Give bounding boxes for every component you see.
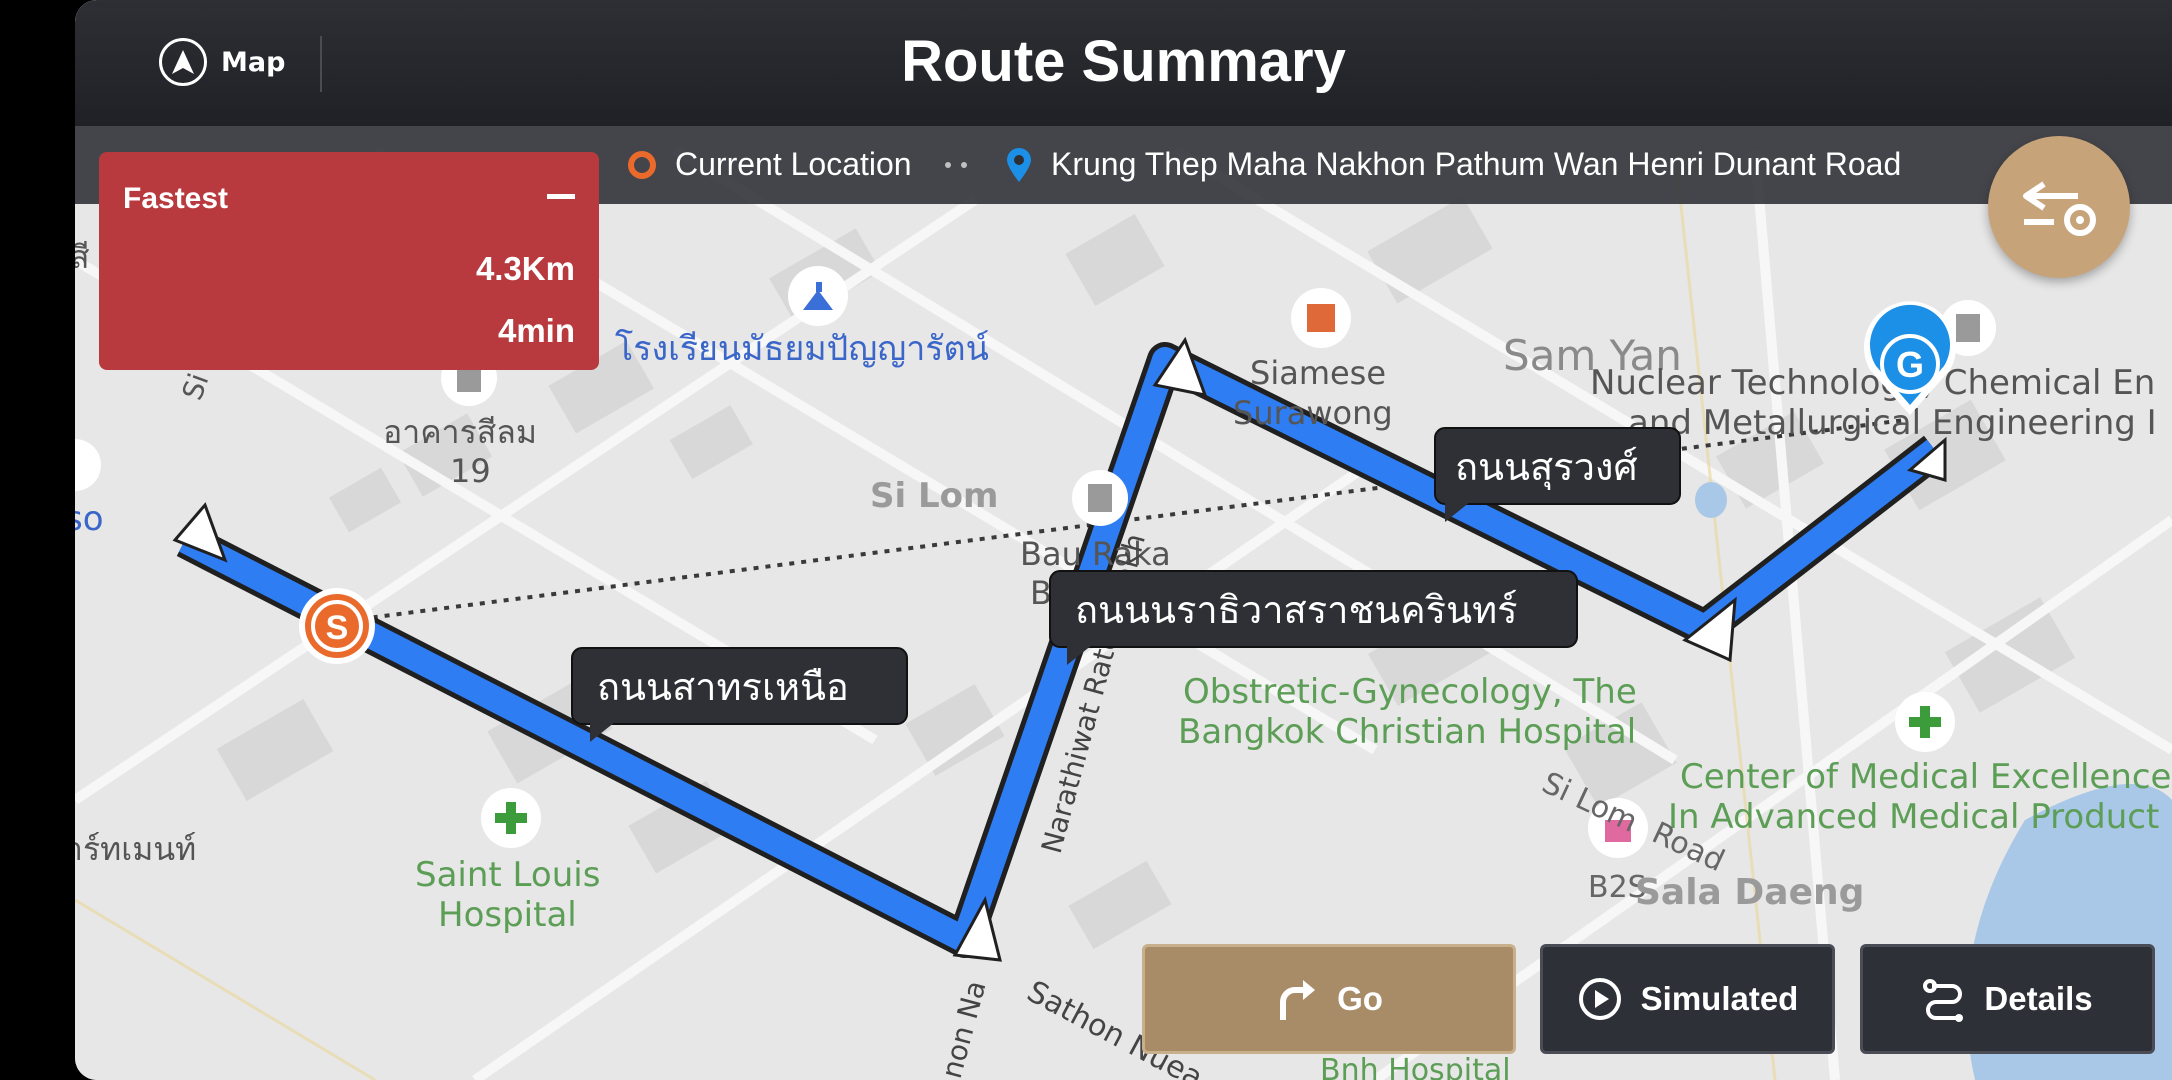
- map-label-obstetric-1: Obstretic-Gynecology, The: [1183, 672, 1637, 712]
- map-label-school: โรงเรียนมัธยมปัญญารัตน์: [615, 329, 989, 369]
- simulated-button[interactable]: Simulated: [1540, 944, 1835, 1054]
- callout-surawong-text: ถนนสุรวงศ์: [1455, 445, 1638, 490]
- page-title: Route Summary: [901, 29, 1346, 94]
- school-icon[interactable]: [788, 266, 848, 326]
- destination-pin-icon: [1007, 147, 1031, 182]
- destination-label: Krung Thep Maha Nakhon Pathum Wan Henri …: [1051, 146, 1902, 182]
- collapse-icon[interactable]: [547, 194, 575, 199]
- screen: โรงเรียนมัธยมปัญญารัตน์ อาคารสีลม 19 Sia…: [75, 0, 2172, 1080]
- map-label-bau-raka-b: B: [1030, 574, 1052, 612]
- route-settings-button[interactable]: [1988, 136, 2130, 278]
- details-button-label: Details: [1984, 980, 2093, 1017]
- route-settings-icon: [2023, 181, 2096, 236]
- route-time: 4min: [497, 312, 575, 349]
- map-label-center-1: Center of Medical Excellence: [1680, 757, 2171, 797]
- map-label-siamese: Siamese: [1250, 354, 1386, 392]
- route-type-label: Fastest: [123, 182, 229, 215]
- map-label-left-thai: าร์ทเมนท์: [75, 830, 196, 868]
- simulated-button-label: Simulated: [1640, 980, 1799, 1017]
- callout-narathiwat-text: ถนนนราธิวาสราชนครินทร์: [1075, 588, 1518, 632]
- go-button[interactable]: Go: [1142, 944, 1516, 1054]
- play-icon: [1578, 978, 1621, 1020]
- origin-dot-icon: [628, 150, 656, 179]
- map-label-building-silom-num: 19: [450, 452, 491, 490]
- start-marker[interactable]: S: [299, 588, 375, 664]
- goal-marker-label: G: [1896, 344, 1924, 385]
- map-label-nuclear-2: and Metallurgical Engineering I: [1628, 403, 2157, 443]
- building-icon[interactable]: [1291, 288, 1351, 348]
- map-label-si-lom: Si Lom: [870, 476, 998, 516]
- turn-right-icon: [1280, 980, 1316, 1020]
- details-button[interactable]: Details: [1860, 944, 2155, 1054]
- office-icon-2[interactable]: [1072, 470, 1128, 526]
- hospital-icon[interactable]: [481, 788, 541, 848]
- map-label-st-louis-1: Saint Louis: [415, 855, 600, 895]
- map-label-center-2: In Advanced Medical Product: [1668, 797, 2159, 837]
- route-distance: 4.3Km: [475, 250, 575, 287]
- hospital-icon-2[interactable]: [1895, 692, 1955, 752]
- route-option-card[interactable]: Fastest 4.3Km 4min: [99, 152, 599, 370]
- map-label-building-silom: อาคารสีลม: [383, 413, 537, 451]
- location-separator: [945, 162, 967, 168]
- map-label-st-louis-2: Hospital: [438, 895, 577, 935]
- origin-location[interactable]: Current Location: [627, 146, 912, 183]
- map-label-surawong: Surawong: [1233, 394, 1393, 432]
- origin-label: Current Location: [675, 146, 912, 182]
- map-label-left-thai-top: สี: [75, 238, 90, 276]
- map-label-bnh: Bnh Hospital: [1320, 1053, 1511, 1080]
- destination-location[interactable]: Krung Thep Maha Nakhon Pathum Wan Henri …: [1005, 146, 1901, 183]
- map-label-obstetric-2: Bangkok Christian Hospital: [1178, 712, 1636, 752]
- map-label-sala-daeng: Sala Daeng: [1635, 872, 1864, 913]
- start-marker-label: S: [326, 609, 349, 647]
- map-label-left-so: so: [75, 499, 104, 539]
- route-details-icon: [1923, 979, 1964, 1022]
- header-bar: Map Route Summary: [75, 0, 2172, 126]
- go-button-label: Go: [1337, 980, 1383, 1017]
- callout-sathon-nuea-text: ถนนสาทรเหนือ: [597, 665, 849, 709]
